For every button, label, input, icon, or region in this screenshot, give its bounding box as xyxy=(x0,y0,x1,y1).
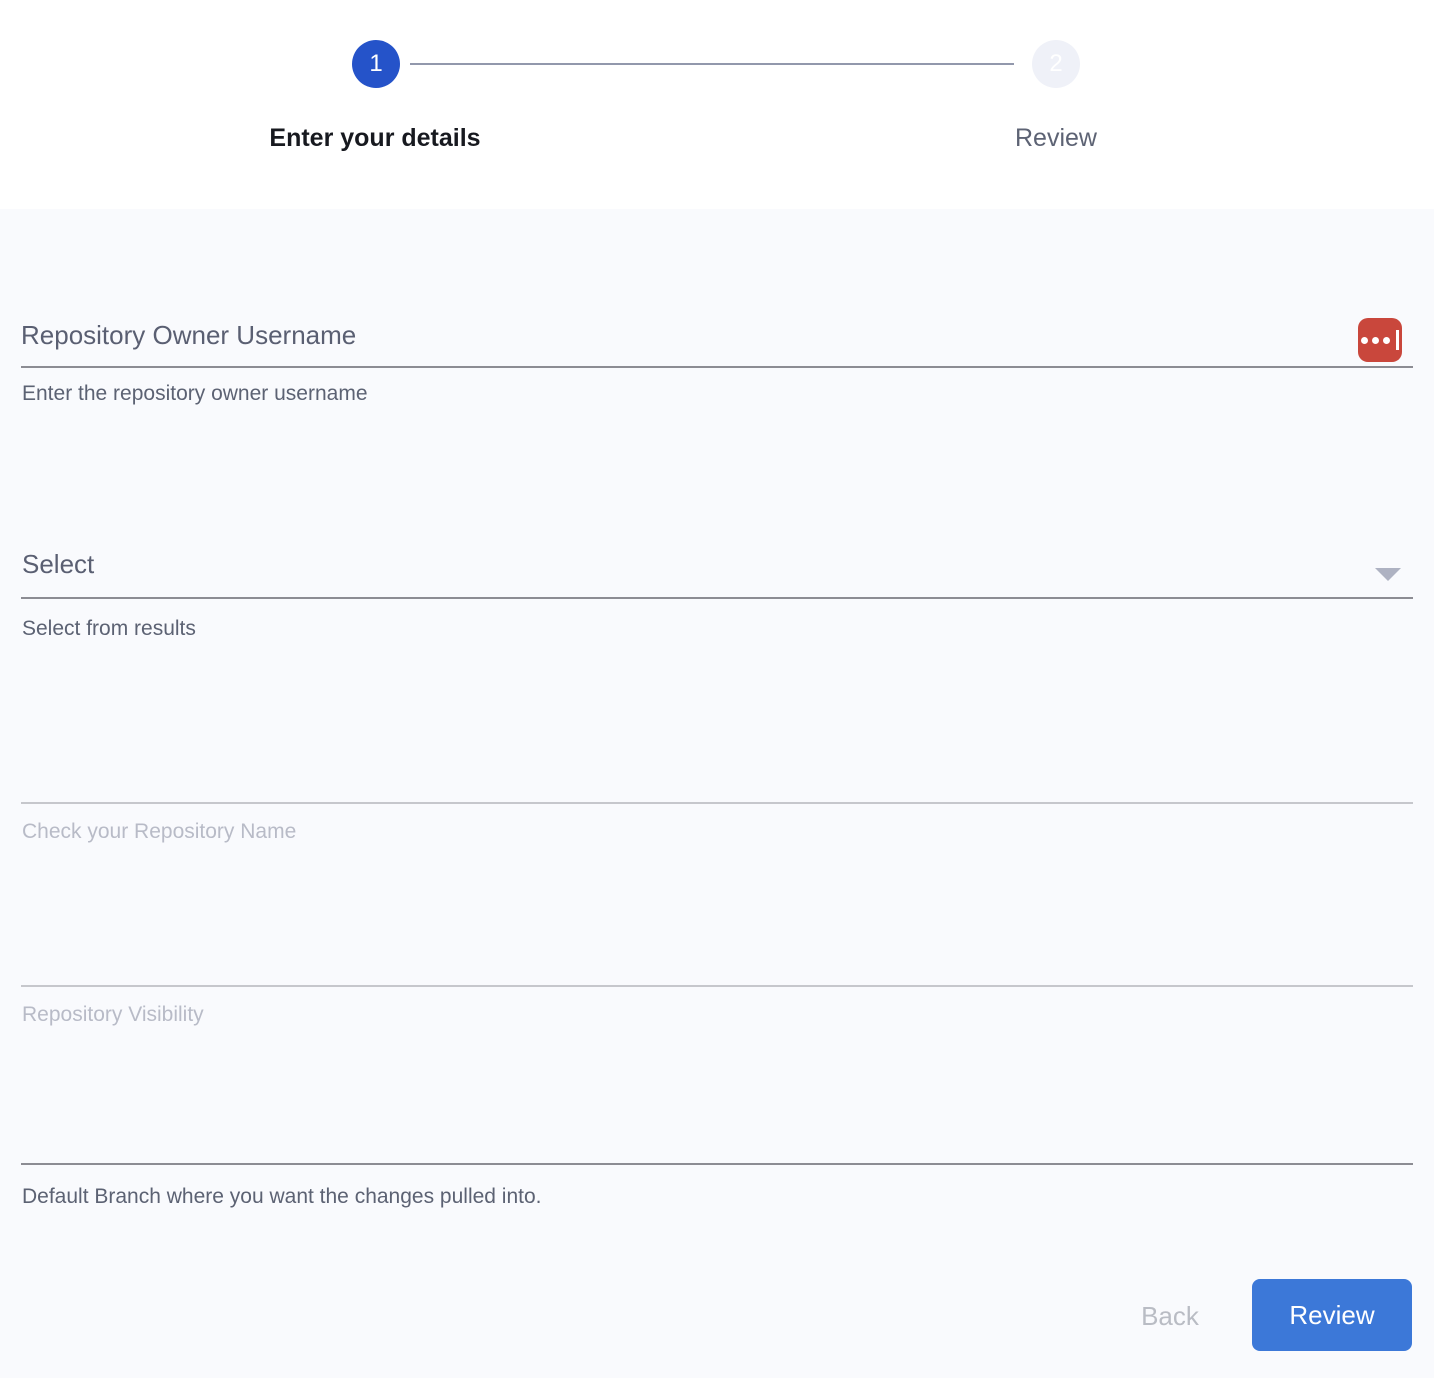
back-button[interactable]: Back xyxy=(1110,1291,1230,1341)
password-manager-autofill-icon[interactable] xyxy=(1358,318,1402,362)
autofill-dot xyxy=(1372,337,1379,344)
repository-visibility-helper: Repository Visibility xyxy=(22,1003,204,1027)
step-2-label: Review xyxy=(856,124,1256,153)
repository-visibility-input[interactable] xyxy=(21,927,1413,975)
chevron-down-icon xyxy=(1375,568,1401,581)
step-2-indicator[interactable]: 2 xyxy=(1032,40,1080,88)
repository-name-underline xyxy=(21,802,1413,804)
stepper: 1 2 Enter your details Review xyxy=(0,0,1434,209)
repository-name-helper: Check your Repository Name xyxy=(22,820,296,844)
repository-details-wizard: 1 2 Enter your details Review Enter the … xyxy=(0,0,1434,1378)
step-1-number: 1 xyxy=(369,52,382,76)
step-2-number: 2 xyxy=(1049,52,1062,76)
results-select-value: Select xyxy=(22,549,94,580)
select-field-helper: Select from results xyxy=(22,617,196,641)
select-field-underline xyxy=(21,597,1413,599)
repository-visibility-underline xyxy=(21,985,1413,987)
step-1-label: Enter your details xyxy=(175,124,575,153)
default-branch-input[interactable] xyxy=(21,1105,1413,1153)
autofill-dot xyxy=(1361,337,1368,344)
username-field-helper: Enter the repository owner username xyxy=(22,382,368,406)
review-button[interactable]: Review xyxy=(1252,1279,1412,1351)
step-1-indicator[interactable]: 1 xyxy=(352,40,400,88)
default-branch-underline xyxy=(21,1163,1413,1165)
default-branch-helper: Default Branch where you want the change… xyxy=(22,1185,542,1209)
results-select[interactable]: Select xyxy=(21,539,1413,591)
stepper-connector-line xyxy=(410,63,1014,65)
autofill-dot xyxy=(1383,337,1390,344)
repository-owner-username-input[interactable] xyxy=(21,311,1341,359)
details-form-panel: Enter the repository owner username Sele… xyxy=(0,209,1434,1378)
username-field-underline xyxy=(21,366,1413,368)
repository-name-input[interactable] xyxy=(21,744,1413,792)
autofill-cursor-bar xyxy=(1396,330,1399,350)
